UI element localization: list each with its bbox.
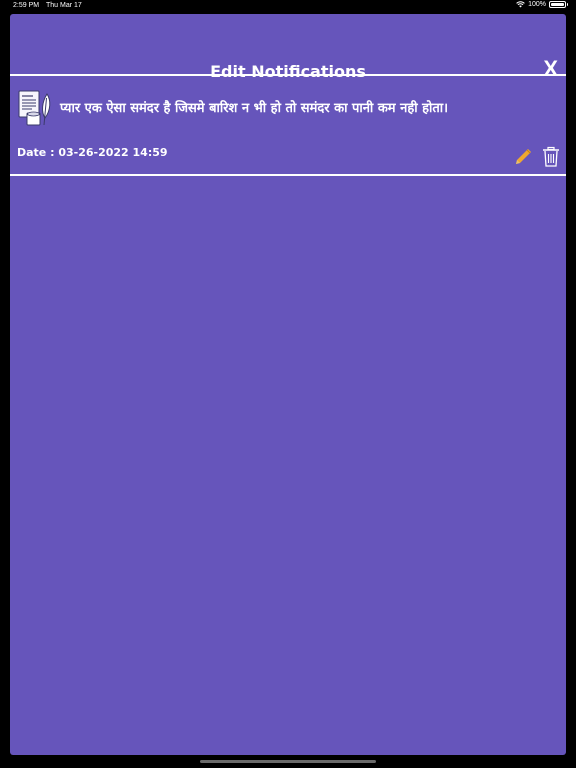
- wifi-icon: [516, 1, 525, 8]
- battery-percent: 100%: [528, 1, 546, 8]
- status-bar: 2:59 PM Thu Mar 17 100%: [0, 0, 576, 13]
- list-divider: [10, 174, 566, 176]
- edit-pencil-icon[interactable]: [512, 146, 534, 168]
- trash-icon[interactable]: [541, 146, 561, 168]
- notification-item: प्यार एक ऐसा समंदर है जिसमे बारिश न भी ह…: [10, 76, 566, 174]
- document-icon: [17, 88, 53, 128]
- home-indicator[interactable]: [200, 760, 376, 763]
- edit-notifications-modal: Edit Notifications X प्यार एक ऐसा समंदर …: [10, 14, 566, 755]
- notification-message: प्यार एक ऐसा समंदर है जिसमे बारिश न भी ह…: [60, 101, 449, 116]
- notification-date: Date : 03-26-2022 14:59: [17, 146, 168, 159]
- status-time: 2:59 PM: [13, 2, 40, 9]
- battery-icon: [549, 1, 568, 8]
- status-indicators: 100%: [516, 1, 568, 8]
- status-date: Thu Mar 17: [46, 2, 82, 9]
